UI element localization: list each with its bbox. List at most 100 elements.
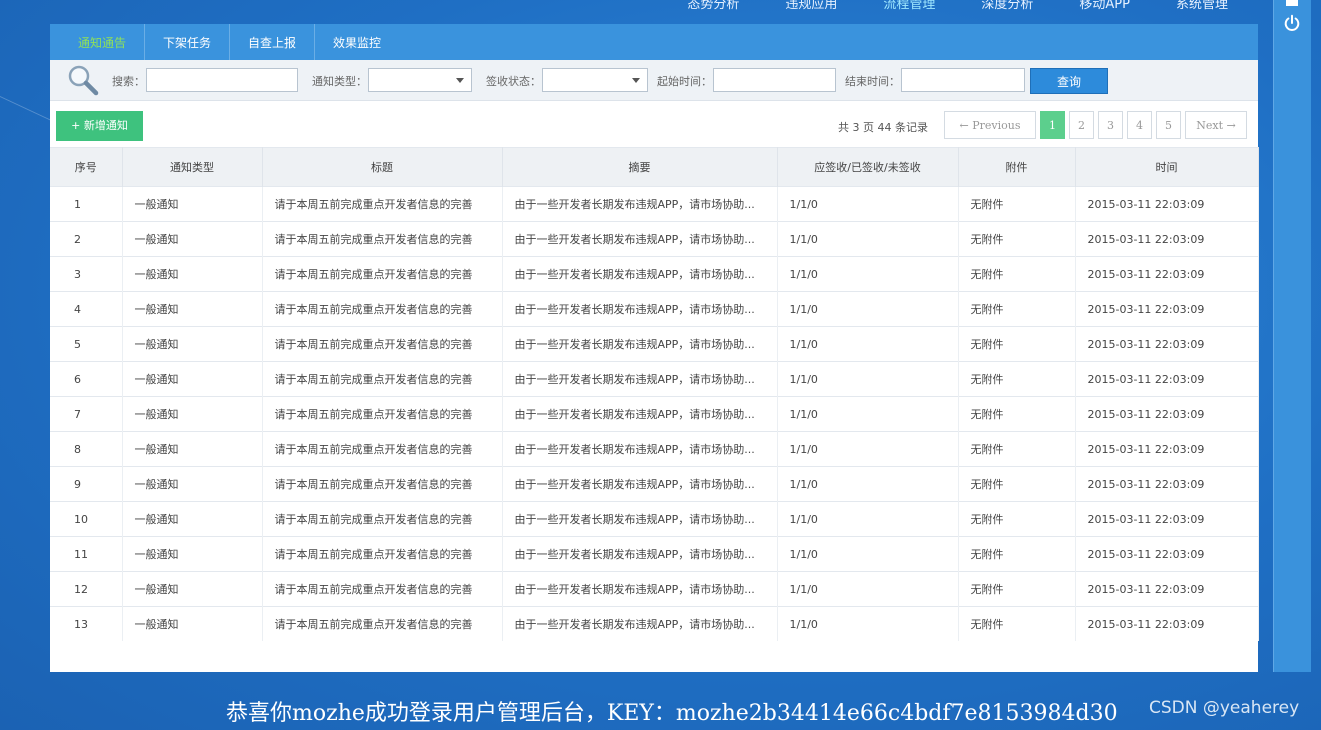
table-cell: 由于一些开发者长期发布违规APP，请市场协助... <box>502 221 778 257</box>
top-nav-item[interactable]: 违规应用 <box>762 0 860 18</box>
sign-status-label: 签收状态： <box>486 75 541 88</box>
table-cell: 无附件 <box>958 221 1076 257</box>
page-number-button[interactable]: 3 <box>1098 111 1123 139</box>
table-cell: 2015-03-11 22:03:09 <box>1075 326 1259 362</box>
table-cell: 由于一些开发者长期发布违规APP，请市场协助... <box>502 431 778 467</box>
table-cell: 2015-03-11 22:03:09 <box>1075 606 1259 641</box>
table-cell: 由于一些开发者长期发布违规APP，请市场协助... <box>502 256 778 292</box>
top-nav-item[interactable]: 系统管理 <box>1153 0 1251 18</box>
table-cell: 无附件 <box>958 466 1076 502</box>
watermark: CSDN @yeaherey <box>1149 698 1300 718</box>
table-cell: 2015-03-11 22:03:09 <box>1075 256 1259 292</box>
table-cell: 一般通知 <box>122 396 263 432</box>
tab-item[interactable]: 通知通告 <box>60 24 146 60</box>
table-cell: 一般通知 <box>122 501 263 537</box>
table-cell: 1/1/0 <box>777 291 959 327</box>
table-cell: 1/1/0 <box>777 396 959 432</box>
table-cell: 13 <box>50 606 123 641</box>
table-cell: 请于本周五前完成重点开发者信息的完善 <box>262 361 503 397</box>
table-row[interactable]: 12 一般通知 请于本周五前完成重点开发者信息的完善 由于一些开发者长期发布违规APP… <box>50 571 1259 607</box>
table-cell: 由于一些开发者长期发布违规APP，请市场协助... <box>502 361 778 397</box>
table-cell: 3 <box>50 256 123 292</box>
top-nav-item[interactable]: 移动APP <box>1056 0 1153 18</box>
table-cell: 1/1/0 <box>777 536 959 572</box>
table-row[interactable]: 5 一般通知 请于本周五前完成重点开发者信息的完善 由于一些开发者长期发布违规APP，… <box>50 326 1259 362</box>
page-number-button[interactable]: 4 <box>1127 111 1152 139</box>
table-cell: 请于本周五前完成重点开发者信息的完善 <box>262 396 503 432</box>
table-cell: 请于本周五前完成重点开发者信息的完善 <box>262 291 503 327</box>
previous-page-button[interactable]: ← Previous <box>944 111 1036 139</box>
table-cell: 4 <box>50 291 123 327</box>
table-cell: 一般通知 <box>122 326 263 362</box>
table-cell: 请于本周五前完成重点开发者信息的完善 <box>262 606 503 641</box>
top-nav-item[interactable]: 流程管理 <box>860 0 958 18</box>
page-info: 共 3 页 44 条记录 <box>838 121 928 134</box>
table-row[interactable]: 7 一般通知 请于本周五前完成重点开发者信息的完善 由于一些开发者长期发布违规APP，… <box>50 396 1259 432</box>
table-cell: 无附件 <box>958 256 1076 292</box>
table-cell: 2015-03-11 22:03:09 <box>1075 536 1259 572</box>
next-page-button[interactable]: Next → <box>1185 111 1247 139</box>
filter-bar: 搜索： 通知类型： 签收状态： 起始时间： 结束时间： 查询 <box>50 60 1258 101</box>
start-time-label: 起始时间： <box>657 75 712 88</box>
table-cell: 1/1/0 <box>777 326 959 362</box>
column-header: 应签收/已签收/未签收 <box>777 147 959 187</box>
notice-type-select[interactable] <box>368 68 472 92</box>
chevron-down-icon <box>632 78 640 83</box>
tab-item[interactable]: 自查上报 <box>230 24 316 60</box>
sign-status-select[interactable] <box>542 68 648 92</box>
table-row[interactable]: 9 一般通知 请于本周五前完成重点开发者信息的完善 由于一些开发者长期发布违规APP，… <box>50 466 1259 502</box>
table-row[interactable]: 6 一般通知 请于本周五前完成重点开发者信息的完善 由于一些开发者长期发布违规APP，… <box>50 361 1259 397</box>
table-cell: 一般通知 <box>122 186 263 222</box>
table-cell: 一般通知 <box>122 361 263 397</box>
table-cell: 一般通知 <box>122 571 263 607</box>
tab-item[interactable]: 下架任务 <box>145 24 231 60</box>
table-row[interactable]: 1 一般通知 请于本周五前完成重点开发者信息的完善 由于一些开发者长期发布违规APP，… <box>50 186 1259 222</box>
table-cell: 1/1/0 <box>777 361 959 397</box>
table-cell: 6 <box>50 361 123 397</box>
table-cell: 请于本周五前完成重点开发者信息的完善 <box>262 186 503 222</box>
page-number-button[interactable]: 1 <box>1040 111 1065 139</box>
pagination: ← Previous 1 2 3 4 5 Next → <box>944 111 1251 139</box>
table-cell: 请于本周五前完成重点开发者信息的完善 <box>262 501 503 537</box>
table-cell: 1/1/0 <box>777 606 959 641</box>
column-header: 摘要 <box>502 147 778 187</box>
table-cell: 一般通知 <box>122 431 263 467</box>
end-time-label: 结束时间： <box>845 75 900 88</box>
table-row[interactable]: 3 一般通知 请于本周五前完成重点开发者信息的完善 由于一些开发者长期发布违规APP，… <box>50 256 1259 292</box>
table-cell: 1/1/0 <box>777 221 959 257</box>
table-cell: 由于一些开发者长期发布违规APP，请市场协助... <box>502 606 778 641</box>
table-cell: 5 <box>50 326 123 362</box>
table-cell: 无附件 <box>958 431 1076 467</box>
table-row[interactable]: 4 一般通知 请于本周五前完成重点开发者信息的完善 由于一些开发者长期发布违规APP，… <box>50 291 1259 327</box>
table-row[interactable]: 13 一般通知 请于本周五前完成重点开发者信息的完善 由于一些开发者长期发布违规APP… <box>50 606 1259 641</box>
table-row[interactable]: 8 一般通知 请于本周五前完成重点开发者信息的完善 由于一些开发者长期发布违规APP，… <box>50 431 1259 467</box>
column-header: 附件 <box>958 147 1076 187</box>
rail-menu-icon[interactable] <box>1286 0 1298 6</box>
table-cell: 2015-03-11 22:03:09 <box>1075 291 1259 327</box>
tab-bar: 通知通告 下架任务 自查上报 效果监控 <box>50 24 1258 60</box>
add-notice-button[interactable]: + 新增通知 <box>56 111 143 141</box>
page-number-button[interactable]: 2 <box>1069 111 1094 139</box>
page-number-button[interactable]: 5 <box>1156 111 1181 139</box>
table-cell: 请于本周五前完成重点开发者信息的完善 <box>262 256 503 292</box>
search-input[interactable] <box>146 68 298 92</box>
table-row[interactable]: 10 一般通知 请于本周五前完成重点开发者信息的完善 由于一些开发者长期发布违规APP… <box>50 501 1259 537</box>
tab-item[interactable]: 效果监控 <box>315 24 399 60</box>
top-nav-item[interactable]: 深度分析 <box>958 0 1056 18</box>
query-button[interactable]: 查询 <box>1030 68 1108 94</box>
top-nav-item[interactable]: 态势分析 <box>664 0 762 18</box>
table-row[interactable]: 2 一般通知 请于本周五前完成重点开发者信息的完善 由于一些开发者长期发布违规APP，… <box>50 221 1259 257</box>
power-icon[interactable] <box>1283 14 1301 32</box>
end-time-input[interactable] <box>901 68 1025 92</box>
column-header: 通知类型 <box>122 147 263 187</box>
table-cell: 8 <box>50 431 123 467</box>
table-row[interactable]: 11 一般通知 请于本周五前完成重点开发者信息的完善 由于一些开发者长期发布违规APP… <box>50 536 1259 572</box>
table-cell: 请于本周五前完成重点开发者信息的完善 <box>262 221 503 257</box>
table-cell: 请于本周五前完成重点开发者信息的完善 <box>262 571 503 607</box>
table-cell: 2015-03-11 22:03:09 <box>1075 221 1259 257</box>
table-cell: 请于本周五前完成重点开发者信息的完善 <box>262 466 503 502</box>
table-cell: 1 <box>50 186 123 222</box>
search-label: 搜索： <box>112 75 145 88</box>
main-panel: 通知通告 下架任务 自查上报 效果监控 搜索： 通知类型： 签收状态： 起始时间： 结… <box>50 24 1259 672</box>
start-time-input[interactable] <box>713 68 836 92</box>
